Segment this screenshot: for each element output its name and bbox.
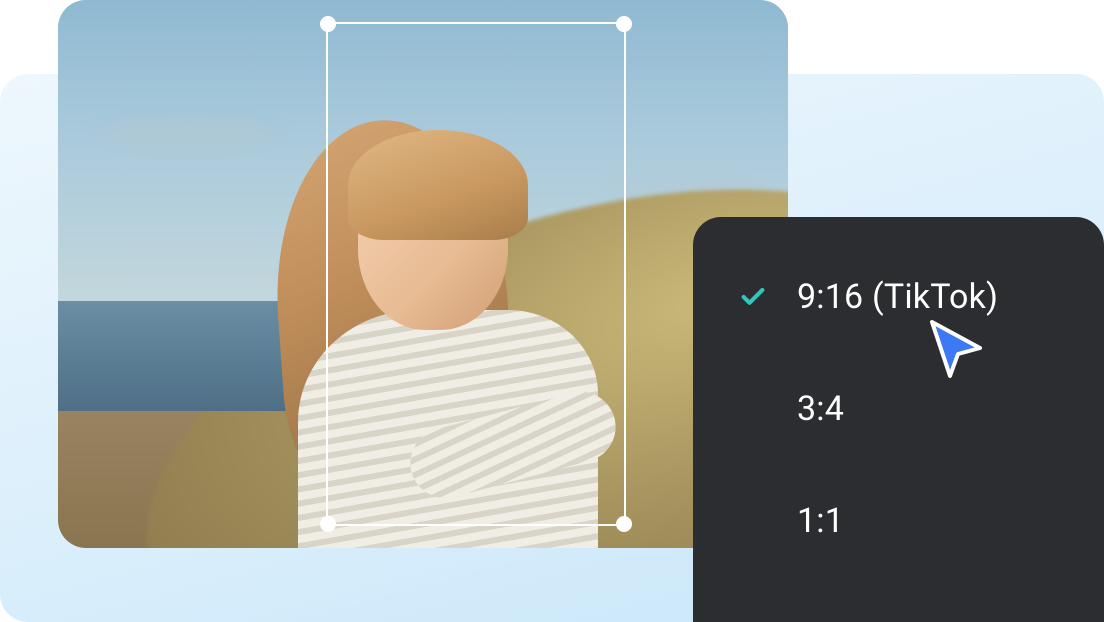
crop-handle-top-right[interactable] [616, 16, 632, 32]
ratio-option-9-16[interactable]: 9:16 (TikTok) [737, 277, 1060, 317]
check-placeholder [737, 393, 769, 425]
ratio-option-3-4[interactable]: 3:4 [737, 389, 1060, 429]
check-placeholder [737, 505, 769, 537]
ratio-label: 9:16 (TikTok) [797, 277, 998, 317]
ratio-option-1-1[interactable]: 1:1 [737, 501, 1060, 541]
photo-illustration [58, 0, 788, 548]
crop-handle-top-left[interactable] [320, 16, 336, 32]
crop-handle-bottom-right[interactable] [616, 516, 632, 532]
aspect-ratio-menu: 9:16 (TikTok) 3:4 1:1 [693, 217, 1104, 622]
ratio-label: 3:4 [797, 389, 844, 429]
ratio-label: 1:1 [797, 501, 844, 541]
check-icon [737, 281, 769, 313]
crop-handle-bottom-left[interactable] [320, 516, 336, 532]
photo-preview[interactable] [58, 0, 788, 548]
